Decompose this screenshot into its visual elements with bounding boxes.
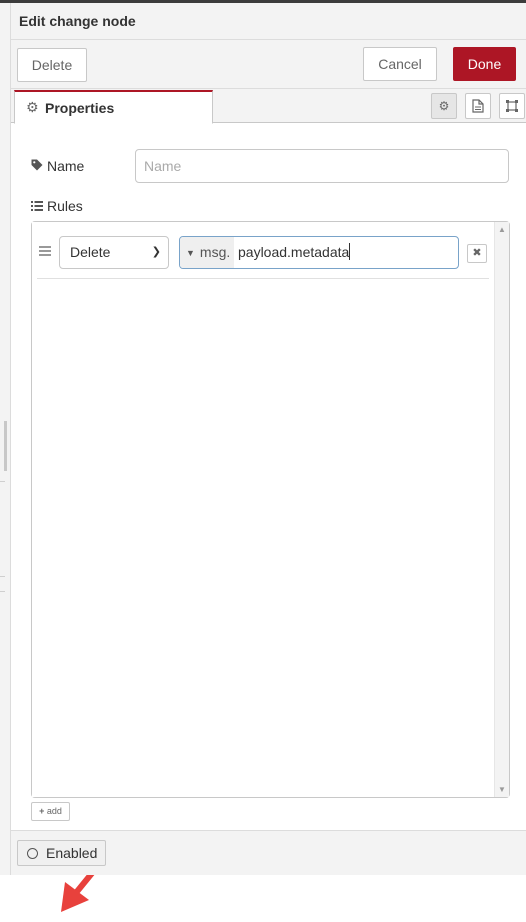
- circle-icon: [27, 848, 38, 859]
- done-button[interactable]: Done: [453, 47, 516, 81]
- workspace-edge: [0, 3, 11, 875]
- scroll-up-icon[interactable]: ▲: [498, 225, 506, 234]
- name-input[interactable]: [135, 149, 509, 183]
- rule-target-input[interactable]: ▼ msg. payload.metadata: [179, 236, 459, 269]
- cancel-button[interactable]: Cancel: [363, 47, 437, 81]
- document-icon: [472, 99, 484, 113]
- tray-footer: Enabled: [11, 830, 526, 875]
- plus-icon: +: [39, 806, 45, 816]
- rules-scrollbar[interactable]: ▲ ▼: [494, 222, 509, 797]
- close-icon: ✖: [472, 247, 482, 259]
- rule-row: Delete ❯ ▼ msg. payload.metadata ✖: [37, 232, 489, 279]
- tab-properties[interactable]: ⚙ Properties: [14, 90, 213, 124]
- tray-title: Edit change node: [19, 13, 136, 29]
- properties-form: Name Rules Delete ❯: [11, 124, 526, 912]
- description-view-button[interactable]: [465, 93, 491, 119]
- list-icon: [31, 200, 47, 214]
- scroll-down-icon[interactable]: ▼: [498, 785, 506, 794]
- tag-icon: [31, 159, 47, 174]
- properties-view-button[interactable]: ⚙: [431, 93, 457, 119]
- rule-target-value[interactable]: payload.metadata: [238, 237, 351, 268]
- add-rule-button[interactable]: + add: [31, 802, 70, 821]
- type-select-button[interactable]: ▼ msg.: [180, 237, 234, 268]
- rules-label: Rules: [31, 198, 83, 214]
- chevron-down-icon: ❯: [151, 246, 161, 258]
- frame-icon: [506, 100, 518, 112]
- delete-button[interactable]: Delete: [17, 48, 87, 82]
- enabled-toggle[interactable]: Enabled: [17, 840, 106, 866]
- rule-action-select[interactable]: Delete ❯: [59, 236, 169, 269]
- edit-tray: Edit change node Delete Cancel Done ⚙ Pr…: [11, 3, 526, 912]
- remove-rule-button[interactable]: ✖: [467, 244, 487, 263]
- name-label: Name: [31, 158, 84, 174]
- rules-list-container: Delete ❯ ▼ msg. payload.metadata ✖ ▲ ▼: [31, 221, 510, 798]
- gear-icon: ⚙: [26, 99, 39, 115]
- drag-handle-icon[interactable]: [39, 246, 51, 256]
- gear-icon: ⚙: [438, 99, 450, 113]
- caret-down-icon: ▼: [186, 248, 195, 258]
- tray-header: Edit change node: [11, 3, 526, 40]
- tab-properties-label: Properties: [45, 100, 115, 116]
- appearance-view-button[interactable]: [499, 93, 525, 119]
- tray-toolbar: Delete Cancel Done: [11, 40, 526, 89]
- resize-handle[interactable]: [4, 421, 7, 471]
- text-cursor: [349, 243, 351, 260]
- tab-bar: ⚙ Properties ⚙: [11, 89, 526, 124]
- rules-list: Delete ❯ ▼ msg. payload.metadata ✖: [32, 222, 494, 797]
